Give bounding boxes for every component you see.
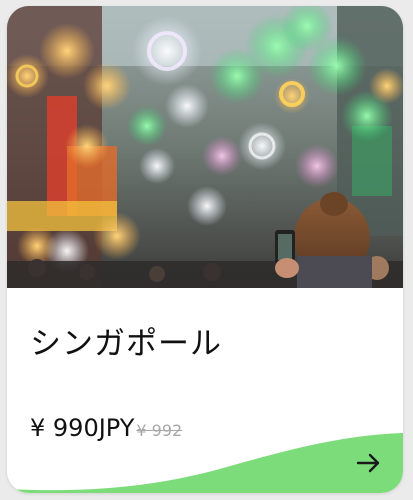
card-info: シンガポール ¥ 990JPY ¥ 992 — [7, 288, 403, 493]
destination-photo — [7, 6, 403, 288]
accent-wave — [7, 433, 403, 493]
arrow-right-icon — [356, 453, 380, 473]
destination-card[interactable]: シンガポール ¥ 990JPY ¥ 992 — [7, 6, 403, 493]
go-button[interactable] — [347, 443, 391, 483]
destination-title: シンガポール — [30, 326, 222, 362]
